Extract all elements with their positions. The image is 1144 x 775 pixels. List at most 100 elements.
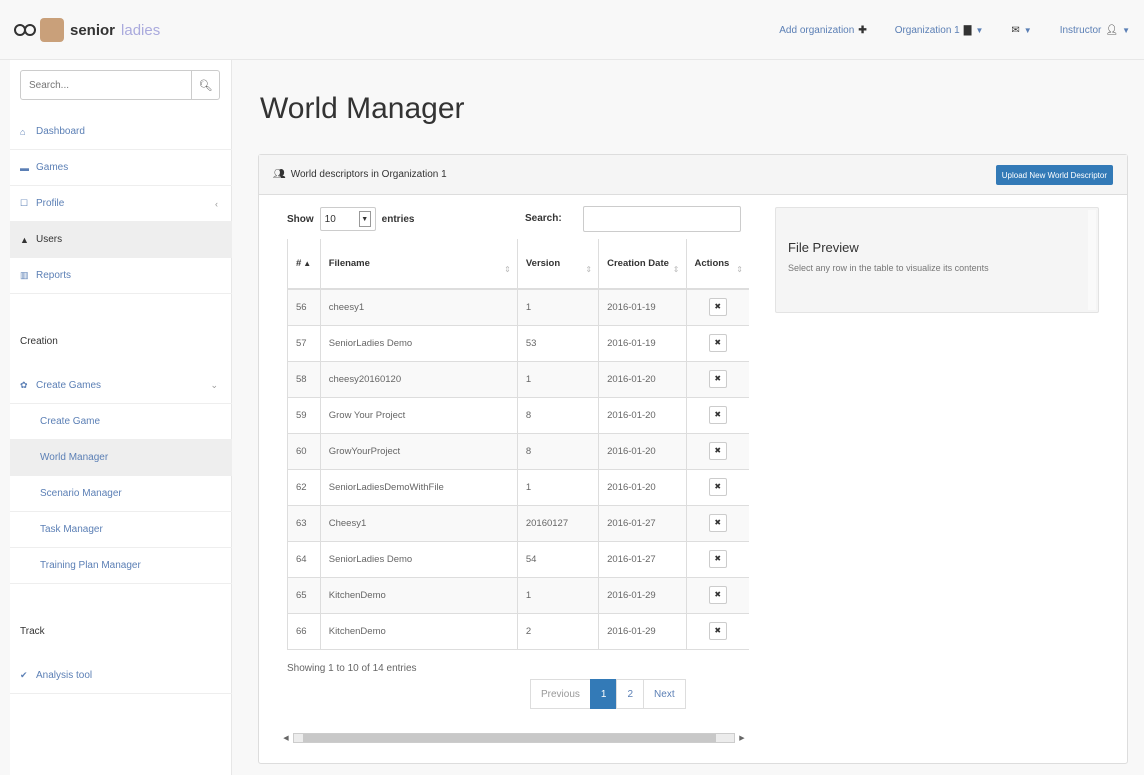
delete-row-button[interactable]: ✖ <box>708 550 727 568</box>
delete-row-button[interactable]: ✖ <box>708 406 727 424</box>
sort-icon: ⇕ <box>736 265 743 274</box>
search-button[interactable]: 🔍︎ <box>191 71 219 99</box>
scroll-right-icon[interactable]: ▶ <box>735 734 749 742</box>
table-row[interactable]: 60 GrowYourProject 8 2016-01-20 ✖ <box>287 433 749 470</box>
pagination-page-1[interactable]: 1 <box>589 679 618 709</box>
delete-row-button[interactable]: ✖ <box>708 514 727 532</box>
cell-id: 64 <box>287 541 321 578</box>
show-label: Show <box>287 213 314 225</box>
delete-row-button[interactable]: ✖ <box>708 442 727 460</box>
cell-date: 2016-01-20 <box>598 397 686 434</box>
delete-row-button[interactable]: ✖ <box>708 622 727 640</box>
cell-id: 60 <box>287 433 321 470</box>
add-organization-label: Add organization <box>779 24 855 36</box>
delete-row-button[interactable]: ✖ <box>708 370 727 388</box>
cell-filename: GrowYourProject <box>319 433 518 470</box>
upload-world-descriptor-button[interactable]: Upload New World Descriptor <box>995 165 1113 185</box>
horizontal-scrollbar[interactable]: ◀ ▶ <box>279 731 749 745</box>
check-icon: ✔ <box>20 670 28 680</box>
pagination-page-2[interactable]: 2 <box>616 679 645 709</box>
table-row[interactable]: 59 Grow Your Project 8 2016-01-20 ✖ <box>287 397 749 434</box>
user-dropdown[interactable]: Instructor 👤︎ ▼ <box>1046 25 1144 36</box>
brand-logo[interactable]: senior ladies <box>14 18 160 42</box>
sidebar-item-scenario-manager[interactable]: Scenario Manager <box>10 476 232 512</box>
add-organization-link[interactable]: Add organization ✚ <box>765 25 880 36</box>
world-descriptors-panel: 👥︎ World descriptors in Organization 1 U… <box>258 154 1128 764</box>
sidebar-item-label: World Manager <box>40 452 109 463</box>
table-row[interactable]: 58 cheesy20160120 1 2016-01-20 ✖ <box>287 361 749 398</box>
delete-row-button[interactable]: ✖ <box>708 298 727 317</box>
column-header-label: Filename <box>328 258 370 269</box>
page-title: World Manager <box>260 92 465 125</box>
scroll-left-icon[interactable]: ◀ <box>279 734 293 742</box>
pagination-previous[interactable]: Previous <box>530 679 591 709</box>
caret-down-icon: ▼ <box>1122 25 1130 35</box>
cell-date: 2016-01-27 <box>598 505 686 542</box>
file-preview-hint: Select any row in the table to visualize… <box>788 263 989 273</box>
pagination-next[interactable]: Next <box>643 679 686 709</box>
table-search-label: Search: <box>525 213 562 224</box>
sidebar-item-dashboard[interactable]: ⌂ Dashboard <box>10 114 232 150</box>
cell-version: 20160127 <box>516 505 599 542</box>
gamepad-icon: ▬ <box>20 162 29 173</box>
scrollbar-thumb[interactable] <box>302 734 717 742</box>
cell-date: 2016-01-20 <box>598 469 686 506</box>
sidebar-item-label: Analysis tool <box>36 670 93 681</box>
table-search-input[interactable] <box>583 206 741 232</box>
messages-dropdown[interactable]: ✉ ▼ <box>997 25 1045 36</box>
column-header-version[interactable]: Version ⇕ <box>516 239 599 290</box>
column-header-actions[interactable]: Actions ⇕ <box>685 239 749 290</box>
cell-actions: ✖ <box>685 469 749 506</box>
table-row[interactable]: 66 KitchenDemo 2 2016-01-29 ✖ <box>287 613 749 650</box>
cell-actions: ✖ <box>685 289 749 326</box>
column-header-creation-date[interactable]: Creation Date ⇕ <box>598 239 686 290</box>
glasses-icon <box>14 18 36 42</box>
delete-row-button[interactable]: ✖ <box>708 478 727 496</box>
sidebar-item-training-plan-manager[interactable]: Training Plan Manager <box>10 548 232 584</box>
sidebar-item-games[interactable]: ▬ Games <box>10 150 232 186</box>
table-row[interactable]: 65 KitchenDemo 1 2016-01-29 ✖ <box>287 577 749 614</box>
organization-dropdown[interactable]: Organization 1 ▇ ▼ <box>881 25 998 36</box>
table-row[interactable]: 57 SeniorLadies Demo 53 2016-01-19 ✖ <box>287 325 749 362</box>
sidebar-item-label: Task Manager <box>40 524 103 535</box>
delete-row-button[interactable]: ✖ <box>708 334 727 352</box>
chevron-left-icon: ‹ <box>215 198 218 209</box>
column-header-filename[interactable]: Filename ⇕ <box>319 239 518 290</box>
sidebar-item-reports[interactable]: ▥ Reports <box>10 258 232 294</box>
sidebar-item-world-manager[interactable]: World Manager <box>10 440 232 476</box>
table-row[interactable]: 63 Cheesy1 20160127 2016-01-27 ✖ <box>287 505 749 542</box>
entries-per-page-select[interactable]: 10 ▼ <box>319 207 376 231</box>
sidebar-item-create-game[interactable]: Create Game <box>10 404 232 440</box>
delete-row-button[interactable]: ✖ <box>708 586 727 604</box>
sidebar-item-create-games[interactable]: ✿ Create Games ⌄ <box>10 368 232 404</box>
preview-scrollbar[interactable] <box>1088 210 1096 310</box>
sidebar-search-input[interactable] <box>21 71 191 99</box>
sidebar-item-users[interactable]: ▲ Users <box>10 222 232 258</box>
organization-label: Organization 1 <box>894 24 960 36</box>
sidebar-item-label: Reports <box>36 270 72 281</box>
dropdown-arrow-icon: ▼ <box>358 211 371 227</box>
cell-version: 8 <box>516 433 599 470</box>
column-header-id[interactable]: # ▲ <box>287 239 321 290</box>
cell-date: 2016-01-29 <box>598 577 686 614</box>
sidebar-item-label: Create Games <box>36 380 102 391</box>
cell-id: 66 <box>287 613 321 650</box>
table-row[interactable]: 62 SeniorLadiesDemoWithFile 1 2016-01-20… <box>287 469 749 506</box>
sidebar-item-analysis-tool[interactable]: ✔ Analysis tool <box>10 658 232 694</box>
user-label: Instructor <box>1059 24 1102 36</box>
creation-heading: Creation <box>20 336 58 347</box>
sidebar-item-profile[interactable]: ☐ Profile ‹ <box>10 186 232 222</box>
scrollbar-track[interactable] <box>293 733 735 743</box>
cell-version: 8 <box>516 397 599 434</box>
sidebar-item-task-manager[interactable]: Task Manager <box>10 512 232 548</box>
sidebar-item-label: Scenario Manager <box>40 488 122 499</box>
table-row[interactable]: 64 SeniorLadies Demo 54 2016-01-27 ✖ <box>287 541 749 578</box>
cell-filename: KitchenDemo <box>319 577 518 614</box>
table-row[interactable]: 56 cheesy1 1 2016-01-19 ✖ <box>287 289 749 326</box>
top-navbar: senior ladies Add organization ✚ Organiz… <box>0 0 1144 60</box>
cell-id: 65 <box>287 577 321 614</box>
cell-actions: ✖ <box>685 325 749 362</box>
column-header-label: Creation Date <box>607 258 669 269</box>
cell-filename: SeniorLadies Demo <box>319 541 518 578</box>
envelope-icon: ✉ <box>1011 24 1020 36</box>
